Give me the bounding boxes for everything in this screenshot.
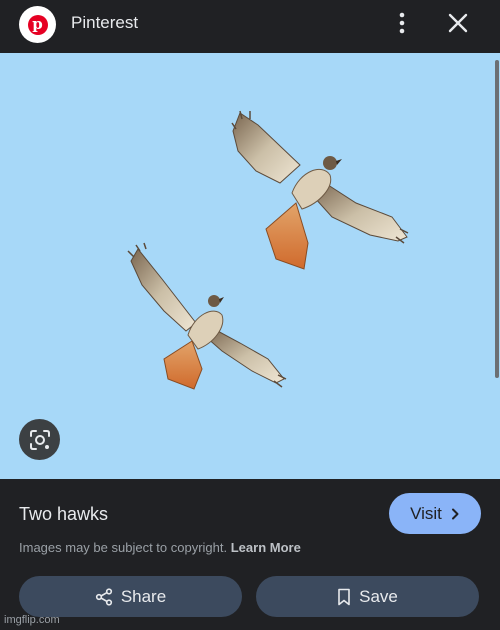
- pinterest-logo-letter: p: [27, 14, 48, 35]
- more-vert-icon[interactable]: [392, 11, 412, 35]
- hawk-upper: [231, 110, 409, 270]
- lens-button[interactable]: [19, 419, 60, 460]
- close-icon[interactable]: [447, 12, 469, 34]
- pinterest-logo-icon[interactable]: p: [19, 6, 56, 43]
- image-details-panel: Two hawks Visit Images may be subject to…: [0, 479, 500, 630]
- top-bar: p Pinterest: [0, 0, 500, 53]
- scrollbar[interactable]: [495, 60, 499, 378]
- visit-button[interactable]: Visit: [389, 493, 481, 534]
- watermark: imgflip.com: [4, 614, 60, 626]
- hawks-photo[interactable]: [0, 53, 500, 479]
- image-title: Two hawks: [19, 504, 109, 524]
- copyright-notice: Images may be subject to copyright. Lear…: [19, 540, 301, 555]
- copyright-text: Images may be subject to copyright.: [19, 540, 228, 555]
- learn-more-link[interactable]: Learn More: [231, 540, 301, 555]
- chevron-right-icon: [451, 508, 459, 519]
- hawk-lower: [127, 242, 287, 390]
- bookmark-icon: [338, 588, 350, 605]
- share-label: Share: [120, 586, 167, 606]
- hawks-illustration: [127, 110, 409, 390]
- save-button[interactable]: Save: [256, 576, 479, 617]
- source-title[interactable]: Pinterest: [71, 13, 138, 33]
- share-icon: [95, 587, 112, 606]
- visit-label: Visit: [410, 503, 442, 523]
- save-label: Save: [359, 586, 398, 606]
- lens-icon: [29, 429, 50, 450]
- share-button[interactable]: Share: [19, 576, 242, 617]
